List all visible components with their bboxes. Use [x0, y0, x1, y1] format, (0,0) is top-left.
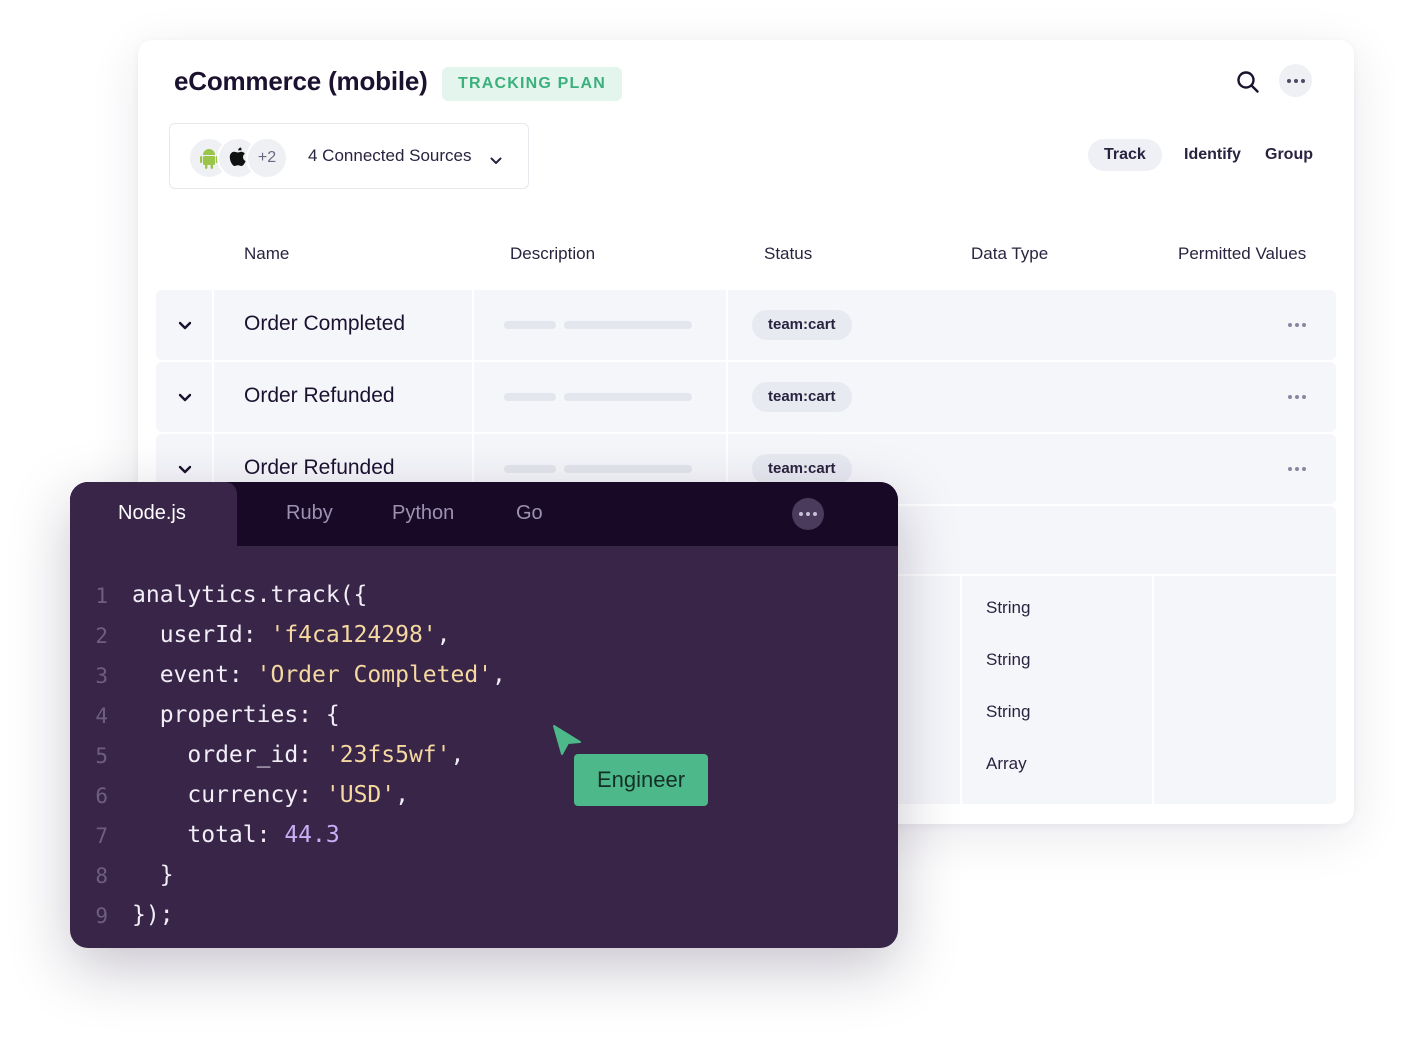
line-number: 4 [95, 704, 108, 728]
status-badge: team:cart [752, 382, 852, 412]
chevron-down-icon[interactable] [178, 318, 192, 336]
code-snippet-panel: Node.js Ruby Python Go 1 2 3 4 5 6 7 8 9… [70, 482, 898, 948]
description-placeholder [504, 321, 556, 329]
code-line: total: 44.3 [132, 822, 340, 848]
tab-go[interactable]: Go [516, 502, 543, 525]
line-number: 5 [95, 744, 108, 768]
property-data-type: String [986, 598, 1031, 617]
description-placeholder [504, 393, 556, 401]
code-line: properties: { [132, 702, 340, 728]
column-header-status: Status [764, 244, 813, 263]
language-tabs: Node.js Ruby Python Go [70, 482, 898, 546]
status-badge: team:cart [752, 454, 852, 484]
description-placeholder [564, 465, 692, 473]
code-line: currency: 'USD', [132, 782, 409, 808]
event-name: Order Refunded [244, 384, 395, 407]
column-header-data-type: Data Type [971, 244, 1049, 263]
column-header-permitted-values: Permitted Values [1178, 244, 1307, 263]
code-more-icon[interactable] [792, 498, 824, 530]
tab-identify[interactable]: Identify [1184, 139, 1241, 171]
column-header-description: Description [510, 244, 596, 263]
line-number: 7 [95, 824, 108, 848]
property-data-type: String [986, 650, 1031, 669]
row-more-icon[interactable] [1288, 395, 1306, 399]
chevron-down-icon[interactable] [178, 390, 192, 408]
line-number: 6 [95, 784, 108, 808]
page-title: eCommerce (mobile) [174, 66, 428, 96]
code-line: event: 'Order Completed', [132, 662, 506, 688]
line-number: 2 [95, 624, 108, 648]
code-line: analytics.track({ [132, 582, 368, 608]
tab-python[interactable]: Python [392, 502, 454, 525]
status-badge: team:cart [752, 310, 852, 340]
property-data-type: String [986, 702, 1031, 721]
chevron-down-icon[interactable] [178, 462, 192, 480]
cursor-user-label: Engineer [574, 754, 708, 806]
row-more-icon[interactable] [1288, 467, 1306, 471]
code-line: }); [132, 902, 174, 928]
line-number: 3 [95, 664, 108, 688]
code-line: userId: 'f4ca124298', [132, 622, 451, 648]
tracking-plan-badge: TRACKING PLAN [442, 67, 623, 101]
code-line: } [132, 862, 174, 888]
tab-ruby[interactable]: Ruby [286, 502, 333, 525]
property-data-type: Array [986, 754, 1027, 773]
description-placeholder [564, 321, 692, 329]
table-row[interactable]: Order Completed team:cart [156, 290, 1336, 360]
more-options-icon[interactable] [1279, 64, 1312, 97]
event-name: Order Refunded [244, 456, 395, 479]
more-sources-count: +2 [246, 137, 288, 179]
event-name: Order Completed [244, 312, 406, 335]
line-number: 1 [95, 584, 108, 608]
connected-sources-label: 4 Connected Sources [308, 146, 472, 165]
table-row[interactable]: Order Refunded team:cart [156, 362, 1336, 432]
description-placeholder [504, 465, 556, 473]
row-more-icon[interactable] [1288, 323, 1306, 327]
line-number: 8 [95, 864, 108, 888]
tab-nodejs[interactable]: Node.js [118, 502, 186, 525]
chevron-down-icon [490, 152, 502, 170]
connected-sources-dropdown[interactable]: +2 4 Connected Sources [169, 123, 529, 189]
tab-group[interactable]: Group [1265, 139, 1313, 171]
search-icon[interactable] [1234, 68, 1262, 96]
tab-track[interactable]: Track [1088, 139, 1162, 171]
code-line: order_id: '23fs5wf', [132, 742, 465, 768]
column-header-name: Name [244, 244, 290, 263]
line-number: 9 [95, 904, 108, 928]
description-placeholder [564, 393, 692, 401]
